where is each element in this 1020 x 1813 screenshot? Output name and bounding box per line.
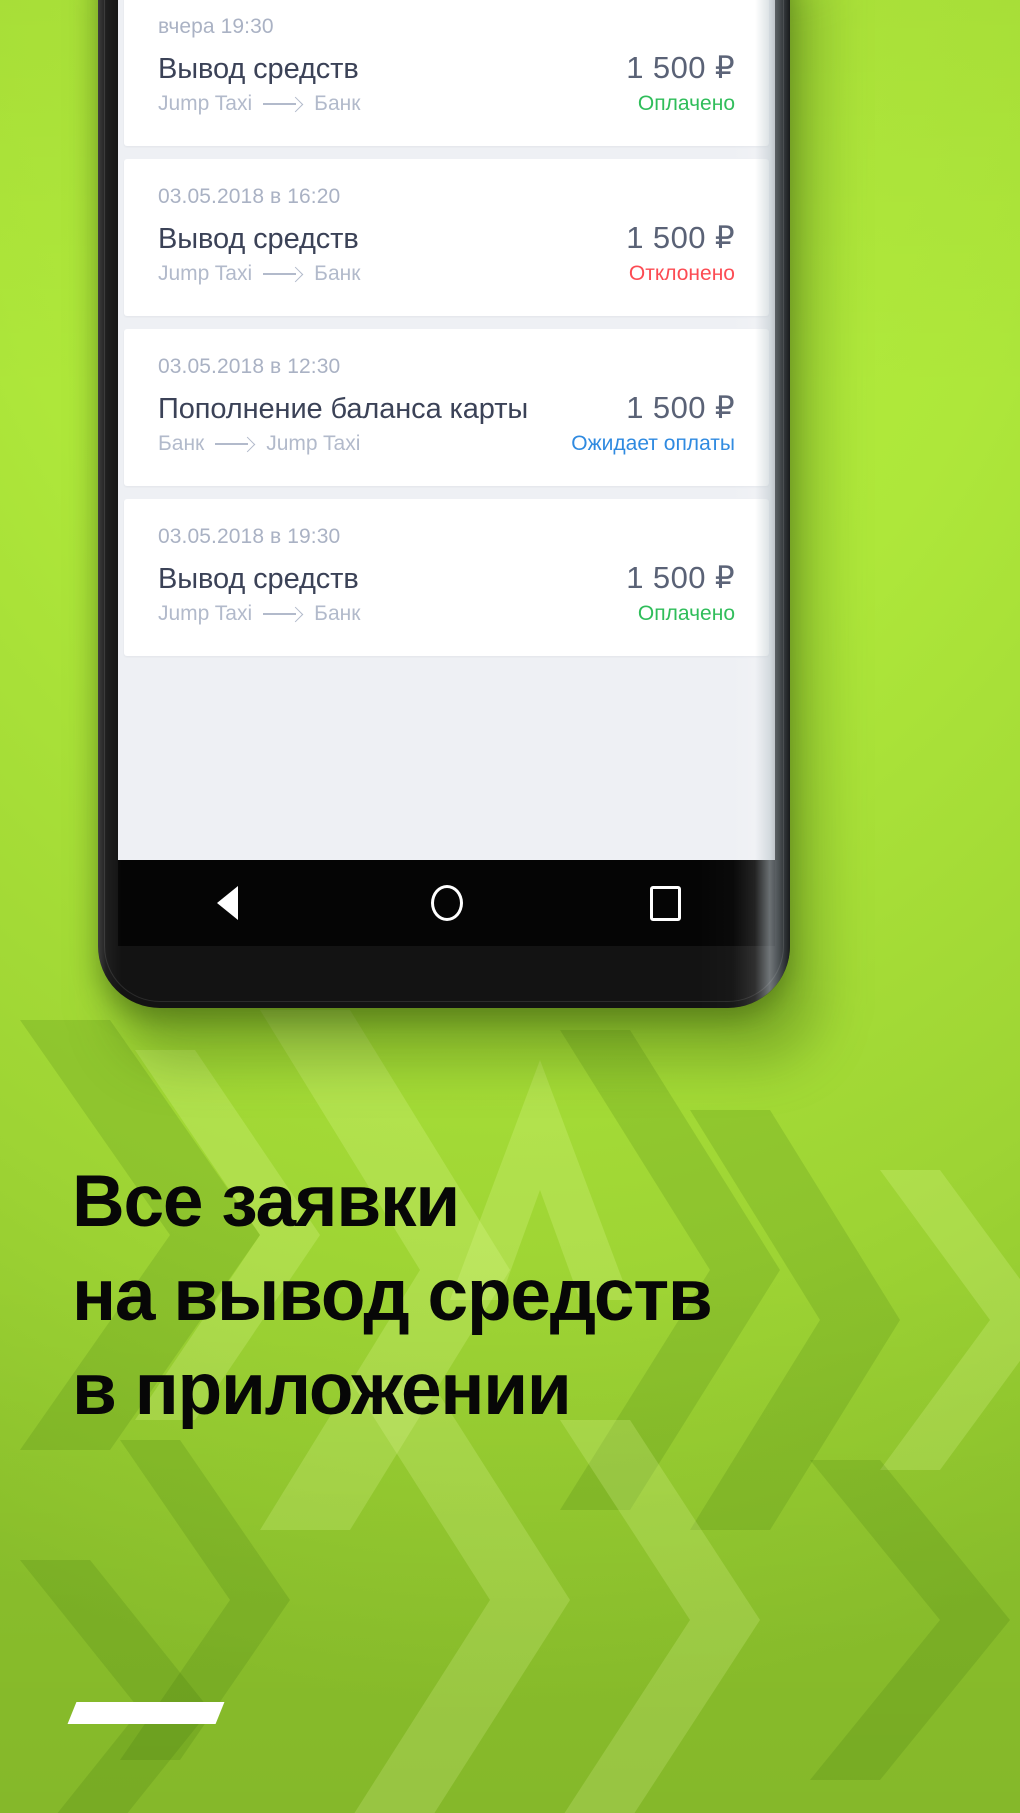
headline-line-3: в приложении [72, 1349, 572, 1430]
transaction-destination: Банк [314, 262, 361, 285]
transaction-flow: Банк Jump Taxi [158, 432, 360, 456]
transaction-title: Вывод средств [158, 563, 359, 595]
back-button[interactable] [193, 868, 263, 938]
transaction-status-badge: Ожидает оплаты [571, 432, 735, 455]
transaction-date: 03.05.2018 в 19:30 [158, 525, 341, 548]
phone-device: Пополнение баланса карты1 500 ₽БанкJump … [98, 0, 790, 1008]
recents-square-icon [650, 885, 681, 921]
transaction-title: Вывод средств [158, 223, 359, 255]
accent-bar [67, 1702, 225, 1724]
transaction-main-row: Пополнение баланса карты 1 500 ₽ [158, 390, 735, 426]
transaction-title: Вывод средств [158, 53, 359, 85]
transaction-card[interactable]: 03.05.2018 в 19:30 Вывод средств 1 500 ₽ Ju… [124, 499, 769, 656]
transaction-main-row: Вывод средств 1 500 ₽ [158, 560, 735, 596]
transaction-card[interactable]: 03.05.2018 в 16:20 Вывод средств 1 500 ₽ Ju… [124, 159, 769, 316]
transaction-sub-row: Jump Taxi Банк Оплачено [158, 92, 735, 116]
transaction-amount: 1 500 ₽ [626, 50, 735, 85]
transaction-card[interactable]: 03.05.2018 в 12:30 Пополнение баланса кар… [124, 329, 769, 486]
headline-line-2: на вывод средств [72, 1255, 713, 1336]
transaction-amount: 1 500 ₽ [626, 560, 735, 595]
transaction-date: 03.05.2018 в 12:30 [158, 355, 341, 378]
home-circle-icon [430, 885, 463, 921]
transaction-amount: 1 500 ₽ [626, 390, 735, 425]
transaction-source: Jump Taxi [158, 602, 253, 625]
transaction-date: 03.05.2018 в 16:20 [158, 185, 341, 208]
transaction-status-badge: Оплачено [637, 602, 735, 625]
arrow-right-icon [263, 268, 303, 280]
android-navigation-bar [118, 860, 775, 946]
transaction-card[interactable]: вчера 19:30 Вывод средств 1 500 ₽ Jump Taxi… [124, 0, 769, 146]
transaction-main-row: Вывод средств 1 500 ₽ [158, 220, 735, 256]
transaction-flow: Jump Taxi Банк [158, 602, 360, 626]
headline-line-1: Все заявки [72, 1161, 460, 1242]
transaction-sub-row: Банк Jump Taxi Ожидает оплаты [158, 432, 735, 456]
arrow-right-icon [215, 438, 255, 450]
home-button[interactable] [412, 868, 482, 938]
transaction-sub-row: Jump Taxi Банк Отклонено [158, 262, 735, 286]
transaction-list[interactable]: Пополнение баланса карты1 500 ₽БанкJump … [118, 0, 775, 669]
back-triangle-icon [217, 886, 238, 920]
transaction-destination: Jump Taxi [266, 432, 361, 455]
transaction-source: Банк [158, 432, 205, 455]
transaction-source: Jump Taxi [158, 92, 253, 115]
transaction-destination: Банк [314, 602, 361, 625]
transaction-sub-row: Jump Taxi Банк Оплачено [158, 602, 735, 626]
transaction-amount: 1 500 ₽ [626, 220, 735, 255]
phone-screen: Пополнение баланса карты1 500 ₽БанкJump … [118, 0, 775, 860]
transaction-date: вчера 19:30 [158, 15, 274, 38]
arrow-right-icon [263, 608, 303, 620]
transaction-source: Jump Taxi [158, 262, 253, 285]
transaction-title: Пополнение баланса карты [158, 393, 529, 425]
promo-screenshot: Пополнение баланса карты1 500 ₽БанкJump … [0, 0, 1020, 1813]
recents-button[interactable] [631, 868, 701, 938]
transaction-main-row: Вывод средств 1 500 ₽ [158, 50, 735, 86]
transaction-status-badge: Оплачено [637, 92, 735, 115]
transaction-flow: Jump Taxi Банк [158, 262, 360, 286]
promo-headline: Все заявки на вывод средств в приложении [72, 1155, 952, 1437]
transaction-status-badge: Отклонено [628, 262, 735, 285]
transaction-destination: Банк [314, 92, 361, 115]
transaction-flow: Jump Taxi Банк [158, 92, 360, 116]
arrow-right-icon [263, 98, 303, 110]
